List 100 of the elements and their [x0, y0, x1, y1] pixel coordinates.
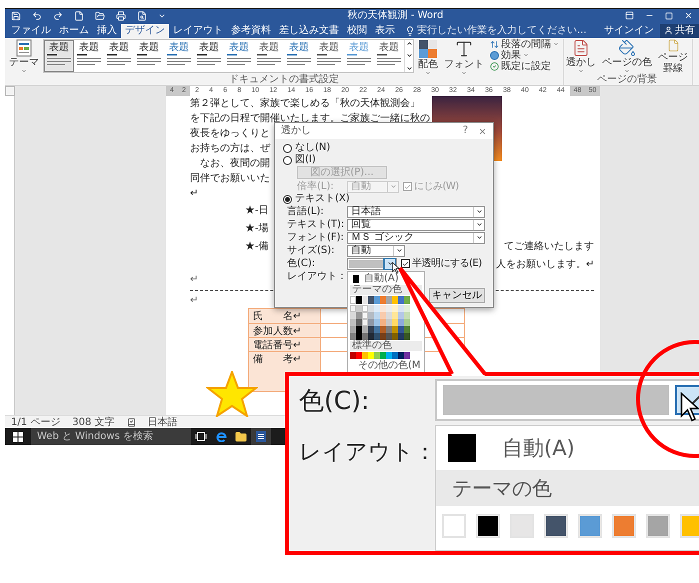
page-icon [666, 38, 680, 52]
ribbon-tab[interactable]: デザイン [121, 24, 169, 38]
color-swatch[interactable] [350, 352, 356, 358]
dropdown-field[interactable]: 日本語 [347, 206, 485, 218]
redo-icon[interactable] [53, 10, 63, 21]
shade-swatch[interactable] [368, 304, 374, 312]
color-dropdown-field[interactable] [347, 258, 397, 270]
shade-swatch[interactable] [362, 304, 368, 312]
color-swatch[interactable] [380, 352, 386, 358]
windows-logo-icon [13, 432, 23, 442]
printer-icon[interactable] [116, 10, 126, 21]
body-text: 人をお願いします。↵ [496, 258, 594, 271]
color-swatch[interactable] [368, 352, 374, 358]
color-swatch[interactable] [350, 296, 356, 304]
ribbon-tab[interactable]: ホーム [55, 24, 93, 38]
color-swatch[interactable] [386, 296, 392, 304]
share-button[interactable]: 共有 [660, 24, 699, 38]
dropdown-field[interactable]: 回覧 [347, 218, 485, 230]
open-folder-icon[interactable] [95, 10, 105, 21]
checkbox[interactable] [401, 259, 410, 268]
proofing-icon[interactable] [126, 418, 136, 427]
color-swatch[interactable] [362, 296, 368, 304]
ribbon-tab[interactable]: 表示 [371, 24, 399, 38]
text-lines-icon [197, 52, 221, 67]
undo-icon[interactable] [32, 10, 42, 21]
save-icon[interactable] [11, 10, 21, 21]
color-swatch[interactable] [544, 514, 568, 538]
color-swatch[interactable] [578, 514, 602, 538]
ribbon-tab[interactable]: 挿入 [93, 24, 121, 38]
ribbon-display-icon[interactable] [625, 11, 634, 20]
color-swatch[interactable] [386, 352, 392, 358]
color-swatch[interactable] [356, 352, 362, 358]
set-default-button[interactable]: 既定に設定 [488, 60, 561, 72]
cancel-button[interactable]: キャンセル [429, 288, 485, 303]
color-swatch[interactable] [442, 514, 466, 538]
watermark-button[interactable]: 透かし [564, 38, 598, 74]
color-swatch[interactable] [362, 352, 368, 358]
themes-button[interactable]: テーマ [7, 38, 41, 74]
colors-button[interactable]: 配色 [416, 38, 440, 76]
color-swatch[interactable] [392, 352, 398, 358]
shade-swatch[interactable] [350, 304, 356, 312]
color-swatch[interactable] [380, 296, 386, 304]
page-borders-button[interactable]: ページ 罫線 [656, 38, 690, 74]
more-icon[interactable] [406, 64, 412, 72]
new-document-icon[interactable] [74, 10, 84, 21]
shade-swatch[interactable] [404, 304, 410, 312]
shade-swatch[interactable] [398, 304, 404, 312]
page-color-button[interactable]: ページの色 [600, 38, 654, 74]
check-circle-icon [490, 62, 499, 71]
color-swatch[interactable] [356, 296, 362, 304]
dropdown-field[interactable]: ＭＳ ゴシック [347, 232, 485, 244]
color-swatch[interactable] [476, 514, 500, 538]
color-swatch[interactable] [646, 514, 670, 538]
paragraph-spacing-button[interactable]: 段落の間隔 [488, 38, 561, 50]
color-swatch[interactable] [680, 514, 699, 538]
ribbon-tab[interactable]: 差し込み文書 [275, 24, 343, 38]
color-swatch[interactable] [612, 514, 636, 538]
dropdown-field[interactable]: 自動 [347, 244, 405, 256]
word-count[interactable]: 308 文字 [72, 416, 115, 428]
maximize-icon[interactable] [665, 12, 673, 20]
lightbulb-icon [405, 26, 415, 36]
color-swatch[interactable] [398, 352, 404, 358]
shade-swatch[interactable] [374, 304, 380, 312]
shade-swatch[interactable] [392, 304, 398, 312]
page-count[interactable]: 1/1 ページ [11, 416, 60, 428]
shade-swatch[interactable] [380, 304, 386, 312]
ribbon-tab[interactable]: 参考資料 [227, 24, 275, 38]
close-icon[interactable] [478, 126, 487, 136]
word-app-button[interactable] [251, 428, 271, 445]
ribbon-tab[interactable]: 校閲 [343, 24, 371, 38]
color-swatch[interactable] [374, 296, 380, 304]
scroll-down-icon[interactable] [406, 52, 412, 60]
shade-swatch[interactable] [356, 304, 362, 312]
effects-button[interactable]: 効果 [488, 50, 561, 61]
more-colors-item[interactable]: その他の色(M [350, 360, 422, 372]
help-button[interactable]: ? [462, 125, 468, 137]
automatic-color-item[interactable]: 自動(A) [350, 272, 422, 284]
print-preview-icon[interactable] [137, 10, 147, 21]
color-swatch[interactable] [392, 296, 398, 304]
close-icon[interactable] [684, 11, 693, 20]
star-shape [206, 370, 258, 417]
color-swatch[interactable] [510, 514, 534, 538]
color-swatch[interactable] [398, 296, 404, 304]
shade-swatch[interactable] [386, 304, 392, 312]
ribbon-tab[interactable]: ファイル [7, 24, 55, 38]
radio-button[interactable] [283, 144, 292, 152]
fonts-button[interactable]: フォント [442, 38, 486, 76]
group-label: ドキュメントの書式設定 [228, 74, 340, 85]
language-status[interactable]: 日本語 [148, 416, 178, 428]
sign-in-button[interactable]: サインイン [600, 24, 658, 38]
radio-button[interactable] [283, 194, 292, 204]
ribbon-tab[interactable]: レイアウト [169, 24, 227, 38]
color-swatch[interactable] [404, 352, 410, 358]
style-set-item[interactable]: 表題 [44, 40, 74, 72]
color-dropdown-field[interactable] [435, 379, 699, 421]
color-swatch[interactable] [404, 296, 410, 304]
color-swatch[interactable] [374, 352, 380, 358]
scroll-up-icon[interactable] [406, 40, 412, 47]
color-swatch[interactable] [368, 296, 374, 304]
taskbar-search-field[interactable]: Web と Windows を検索 [31, 428, 191, 445]
